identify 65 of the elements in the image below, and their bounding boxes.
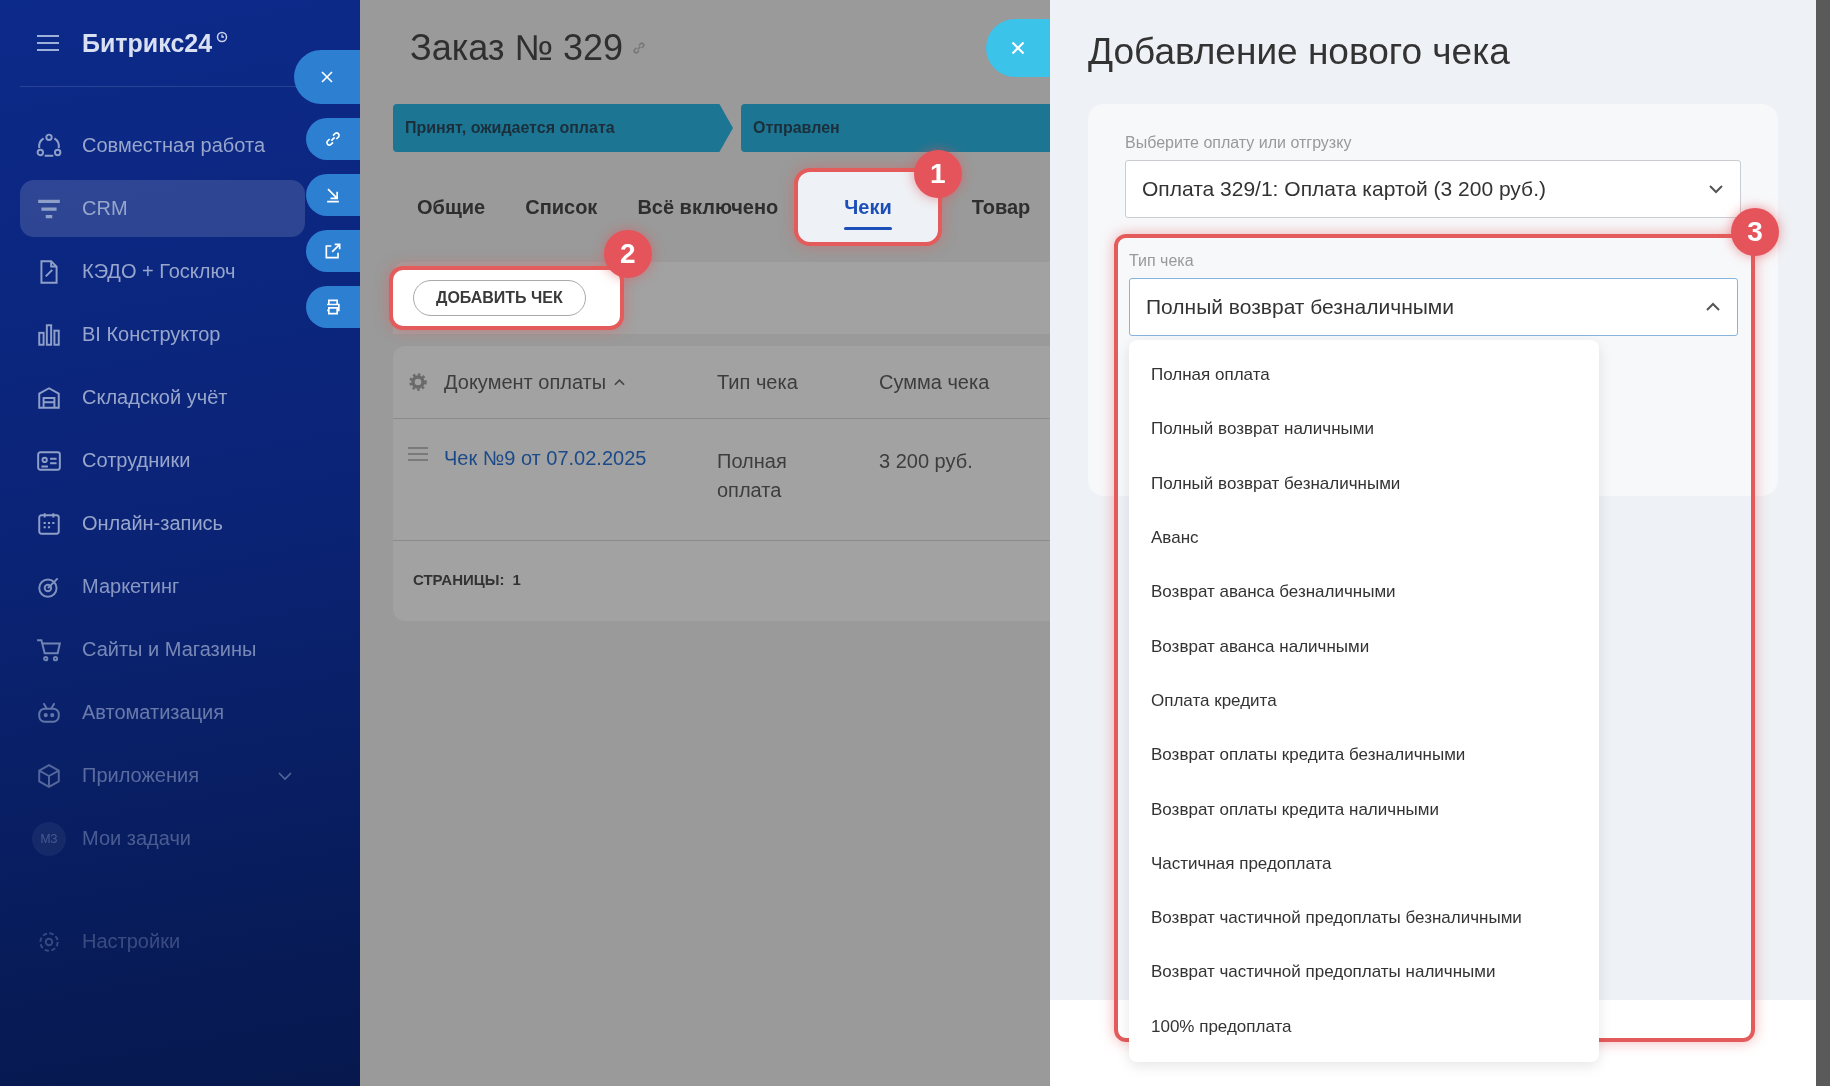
sidebar-item[interactable]: CRM <box>20 180 305 237</box>
receipt-link[interactable]: Чек №9 от 07.02.2025 <box>444 447 717 470</box>
calendar-icon <box>36 510 62 537</box>
cart-icon <box>36 636 62 663</box>
pages-label: СТРАНИЦЫ: <box>413 571 505 588</box>
sidebar-item[interactable]: КЭДО + Госключ <box>20 243 305 300</box>
warehouse-icon <box>36 384 62 411</box>
sidebar-item[interactable]: Сотрудники <box>20 432 305 489</box>
table-cell-text: 3 200 руб. <box>879 449 973 474</box>
chevron-icon <box>1705 302 1721 312</box>
chevron-icon <box>1708 184 1724 194</box>
dropdown-option[interactable]: Возврат частичной предоплаты наличными <box>1129 945 1599 1000</box>
sidebar-item[interactable]: Сайты и Магазины <box>20 621 305 678</box>
order-title: Заказ № 329 <box>410 27 624 69</box>
dropdown-option[interactable]: Частичная предоплата <box>1129 836 1599 891</box>
table-cell-text: Полная оплата <box>717 449 788 503</box>
external-link-icon <box>323 241 343 261</box>
sidebar-item[interactable]: Онлайн-запись <box>20 495 305 552</box>
panel-title: Добавление нового чека <box>1088 30 1511 74</box>
column-header[interactable]: Документ оплаты <box>444 370 717 394</box>
step-marker: 2 <box>603 230 652 278</box>
people-icon <box>36 132 62 159</box>
link-icon <box>323 129 343 149</box>
tab[interactable]: Общие <box>417 193 486 221</box>
dropdown-option[interactable]: Возврат частичной предоплаты безналичными <box>1129 890 1599 946</box>
column-header[interactable]: Тип чека <box>717 370 837 394</box>
sidebar-item[interactable]: Складской учёт <box>20 369 305 426</box>
menu-icon[interactable] <box>36 34 60 52</box>
open-button[interactable] <box>306 230 360 272</box>
tab[interactable]: Всё включено <box>637 193 779 221</box>
close-button[interactable] <box>294 50 360 104</box>
dropdown-option[interactable]: Аванс <box>1129 510 1599 566</box>
dropdown-option[interactable]: Возврат оплаты кредита безналичными <box>1129 728 1599 783</box>
dropdown-option[interactable]: Полный возврат наличными <box>1129 402 1599 457</box>
tab[interactable]: Товар <box>971 193 1031 221</box>
dropdown-option[interactable]: Оплата кредита <box>1129 673 1599 729</box>
print-button[interactable] <box>306 286 360 328</box>
sidebar-item[interactable]: Автоматизация <box>20 684 305 741</box>
sidebar-item[interactable]: Совместная работа <box>20 117 305 174</box>
field-label: Выберите оплату или отгрузку <box>1125 134 1353 152</box>
sidebar-item[interactable]: Приложения <box>20 747 305 804</box>
page-number[interactable]: 1 <box>512 571 521 588</box>
bar-chart-icon <box>36 321 62 348</box>
dropdown-option[interactable]: Полный возврат безналичными <box>1129 456 1599 511</box>
column-header[interactable]: Сумма чека <box>879 370 990 394</box>
download-button[interactable] <box>306 174 360 216</box>
step-marker: 3 <box>1731 208 1779 256</box>
sidebar-item[interactable]: BI Конструктор <box>20 306 305 363</box>
step-marker: 1 <box>913 150 962 198</box>
dropdown-option[interactable]: Возврат оплаты кредита наличными <box>1129 782 1599 837</box>
dropdown-option[interactable]: Возврат аванса безналичными <box>1129 565 1599 620</box>
payment-select[interactable]: Оплата 329/1: Оплата картой (3 200 руб.) <box>1125 160 1741 218</box>
sidebar-item[interactable]: Маркетинг <box>20 558 305 615</box>
chevron-down-icon <box>277 770 293 781</box>
tab[interactable]: Список <box>525 193 598 221</box>
add-receipt-button[interactable]: ДОБАВИТЬ ЧЕК <box>413 280 586 316</box>
logo[interactable]: Битрикс24 <box>82 28 213 58</box>
field-label: Тип чека <box>1129 252 1195 270</box>
receipt-type-select[interactable]: Полный возврат безналичными <box>1129 278 1738 336</box>
link-button[interactable] <box>306 118 360 160</box>
box-icon <box>36 762 62 789</box>
dropdown-option[interactable]: Возврат аванса наличными <box>1129 619 1599 674</box>
dropdown-option[interactable]: Полная оплата <box>1129 348 1599 403</box>
clock-icon <box>216 31 229 43</box>
sort-icon <box>614 378 626 386</box>
